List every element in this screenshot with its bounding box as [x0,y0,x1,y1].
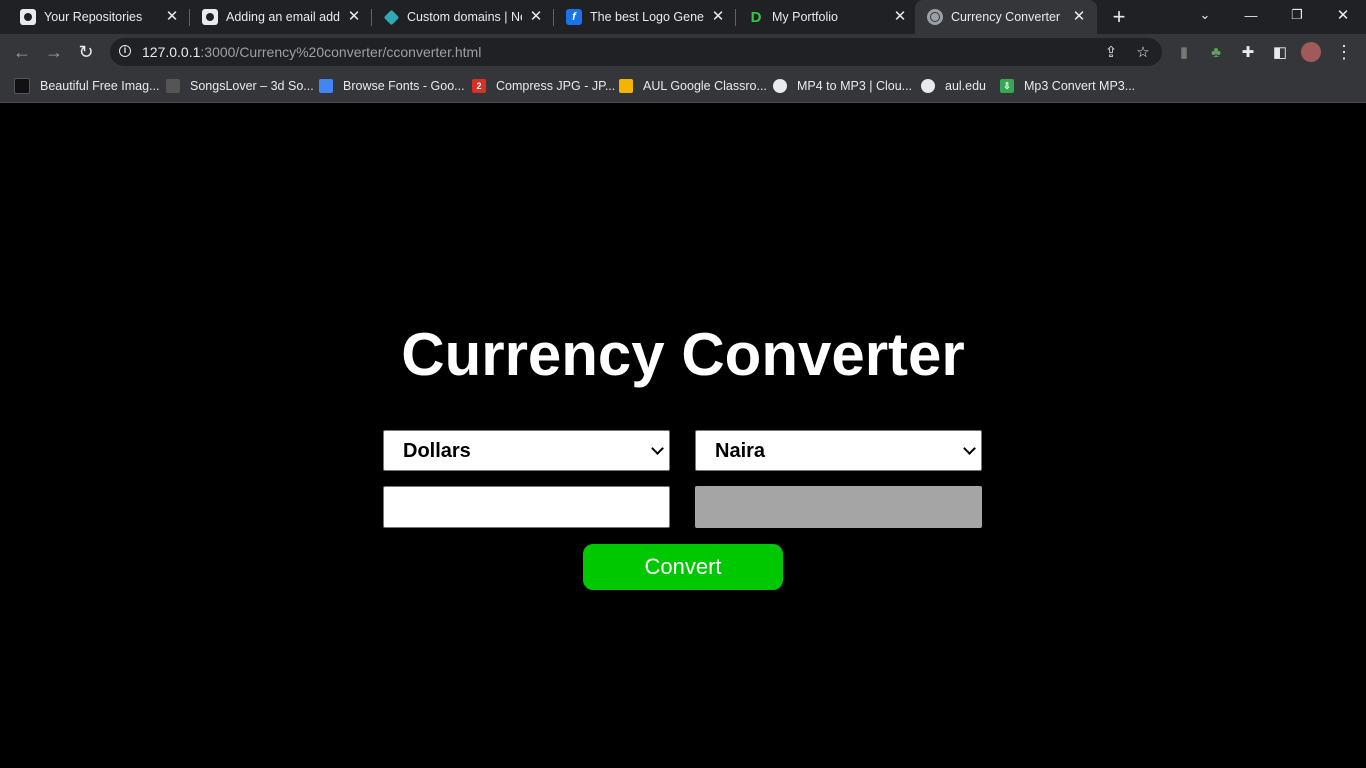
bookmark-item[interactable]: 2 Compress JPG - JP... [472,77,615,95]
tab-currency-converter[interactable]: Currency Converter ✕ [915,0,1097,34]
to-currency-value: Naira [715,440,766,462]
compress-jpg-icon: 2 [472,79,486,93]
info-icon[interactable]: i [119,45,131,57]
url-text[interactable]: 127.0.0.1:3000/Currency%20converter/ccon… [142,44,481,60]
bookmark-item[interactable]: SongsLover – 3d So... [166,77,314,95]
tab-my-portfolio[interactable]: D My Portfolio ✕ [728,0,918,34]
profile-avatar[interactable] [1301,42,1321,62]
share-icon[interactable]: ⇪ [1102,43,1120,61]
bookmarks-bar: Beautiful Free Imag... SongsLover – 3d S… [0,70,1366,103]
bookmark-label: Browse Fonts - Goo... [343,79,465,93]
bookmark-label: aul.edu [945,79,987,93]
window-close-button[interactable]: ✕ [1320,0,1366,30]
close-icon[interactable]: ✕ [892,9,908,25]
bookmark-item[interactable]: Browse Fonts - Goo... [319,77,465,95]
tab-title: Custom domains | Netlify [407,10,522,24]
google-classroom-icon [619,79,633,93]
forward-arrow-icon[interactable]: → [42,40,66,64]
cloudconvert-icon [773,79,787,93]
new-tab-button[interactable]: + [1108,6,1130,28]
result-output [695,486,982,528]
bookmark-label: AUL Google Classro... [643,79,767,93]
bookmark-label: SongsLover – 3d So... [190,79,314,93]
minimize-button[interactable]: — [1228,0,1274,30]
page-title: Currency Converter [401,321,965,388]
amount-input[interactable] [383,486,670,528]
tab-strip: Your Repositories ✕ Adding an email addr… [0,0,1366,34]
menu-kebab-icon[interactable]: ⋮ [1335,42,1353,62]
back-arrow-icon[interactable]: ← [10,40,34,64]
restore-button[interactable]: ❐ [1274,0,1320,30]
tab-title: Currency Converter [951,10,1061,24]
close-icon[interactable]: ✕ [710,9,726,25]
page-content: Currency Converter Dollars Naira Convert [0,103,1366,768]
google-fonts-icon [319,79,333,93]
bookmark-star-icon[interactable]: ☆ [1134,43,1152,61]
tree-extension-icon[interactable]: ♣ [1207,43,1225,61]
chevron-down-icon [963,442,976,455]
portfolio-d-icon: D [750,8,762,26]
bookmark-item[interactable]: Beautiful Free Imag... [14,77,160,95]
tab-adding-email[interactable]: Adding an email address ✕ [182,0,372,34]
convert-button[interactable]: Convert [583,544,783,590]
songslover-icon [166,79,180,93]
url-path: :3000/Currency%20converter/cconverter.ht… [200,44,482,60]
tab-title: Adding an email address [226,10,340,24]
close-icon[interactable]: ✕ [346,9,362,25]
tab-your-repositories[interactable]: Your Repositories ✕ [0,0,190,34]
from-currency-select[interactable]: Dollars [383,430,670,471]
github-icon [202,9,218,25]
tab-logo-generator[interactable]: f The best Logo Generator ✕ [546,0,736,34]
close-icon[interactable]: ✕ [1071,9,1087,25]
bookmark-label: Beautiful Free Imag... [40,79,160,93]
tab-title: My Portfolio [772,10,838,24]
bookmark-item[interactable]: ⇩ Mp3 Convert MP3... [1000,77,1135,95]
download-icon: ⇩ [1000,79,1014,93]
close-icon[interactable]: ✕ [528,9,544,25]
globe-icon [921,79,935,93]
tab-title: Your Repositories [44,10,143,24]
puzzle-extensions-icon[interactable]: ✚ [1239,43,1257,61]
globe-icon [927,9,943,25]
tab-custom-domains[interactable]: Custom domains | Netlify ✕ [364,0,554,34]
close-icon[interactable]: ✕ [164,9,180,25]
reload-icon[interactable]: ↻ [74,40,98,64]
logo-generator-icon: f [566,9,582,25]
to-currency-select[interactable]: Naira [695,430,982,471]
bookmark-label: Compress JPG - JP... [496,79,616,93]
tab-search-chevron-icon[interactable]: ⌄ [1182,0,1228,30]
toolbar: ← → ↻ i 127.0.0.1:3000/Currency%20conver… [0,34,1366,70]
bookmark-label: MP4 to MP3 | Clou... [797,79,913,93]
bookmark-item[interactable]: MP4 to MP3 | Clou... [773,77,912,95]
browser-chrome: Your Repositories ✕ Adding an email addr… [0,0,1366,103]
url-host: 127.0.0.1 [142,44,201,60]
from-currency-value: Dollars [403,440,471,462]
tab-title: The best Logo Generator [590,10,704,24]
chevron-down-icon [651,442,664,455]
bookmark-item[interactable]: aul.edu [921,77,986,95]
bookmark-item[interactable]: AUL Google Classro... [619,77,767,95]
address-bar[interactable]: i 127.0.0.1:3000/Currency%20converter/cc… [110,38,1162,66]
extension-icon[interactable]: ▮ [1175,43,1193,61]
image-site-icon [14,78,30,94]
github-icon [20,9,36,25]
netlify-icon [383,9,400,25]
bookmark-label: Mp3 Convert MP3... [1024,79,1136,93]
side-panel-icon[interactable]: ◧ [1271,43,1289,61]
